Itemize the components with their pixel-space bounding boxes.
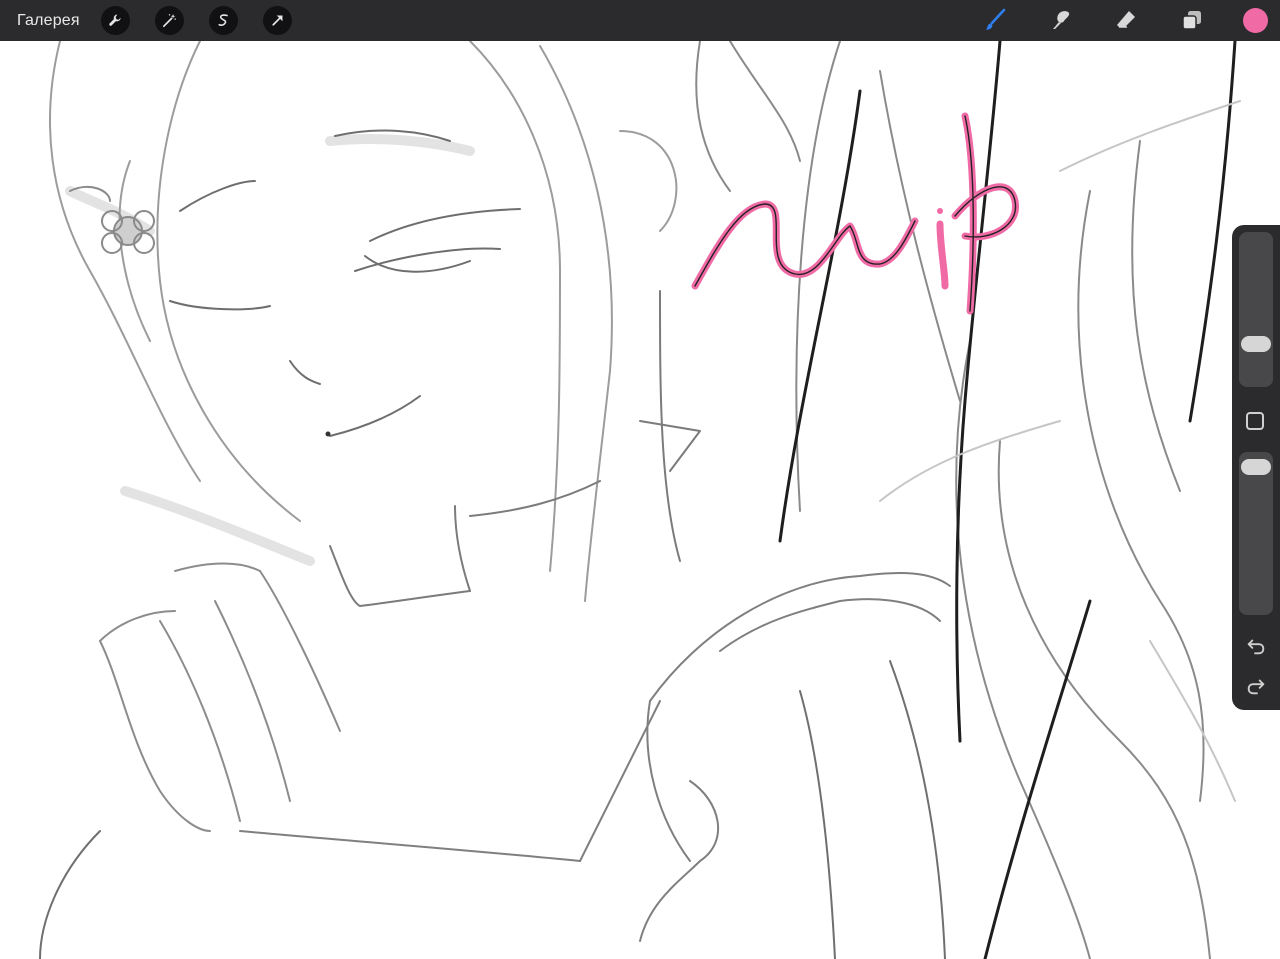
modify-button[interactable] — [1246, 412, 1264, 430]
layers-icon — [1182, 11, 1201, 30]
smudge-tool-button[interactable] — [1046, 5, 1076, 35]
brush-tool-button[interactable] — [980, 5, 1010, 35]
transform-button[interactable] — [263, 6, 292, 35]
layers-button[interactable] — [1177, 5, 1207, 35]
opacity-thumb[interactable] — [1241, 459, 1271, 476]
redo-button[interactable] — [1244, 674, 1268, 698]
eraser-tool-button[interactable] — [1111, 5, 1141, 35]
eraser-icon — [1117, 11, 1135, 28]
transform-arrow-icon — [272, 15, 283, 26]
redo-icon — [1247, 679, 1265, 695]
undo-button[interactable] — [1244, 634, 1268, 658]
undo-icon — [1247, 639, 1265, 655]
selection-button[interactable] — [209, 6, 238, 35]
wip-handwriting — [691, 112, 1019, 315]
sketch-artwork: wip — [0, 41, 1241, 959]
color-picker-swatch[interactable] — [1243, 8, 1268, 33]
opacity-slider[interactable] — [1239, 452, 1273, 615]
gallery-button[interactable]: Галерея — [17, 0, 80, 41]
brush-size-slider[interactable] — [1239, 232, 1273, 387]
selection-s-icon — [218, 14, 228, 26]
magic-wand-icon — [162, 14, 176, 28]
smudge-icon — [1053, 11, 1070, 29]
actions-button[interactable] — [101, 6, 130, 35]
brush-size-thumb[interactable] — [1241, 336, 1271, 353]
adjustments-button[interactable] — [155, 6, 184, 35]
wrench-icon — [109, 14, 121, 26]
handwriting-text: wip — [0, 41, 2, 42]
top-toolbar: Галерея — [0, 0, 1280, 41]
brush-icon — [985, 8, 1006, 30]
drawing-canvas[interactable]: wip — [0, 41, 1280, 959]
